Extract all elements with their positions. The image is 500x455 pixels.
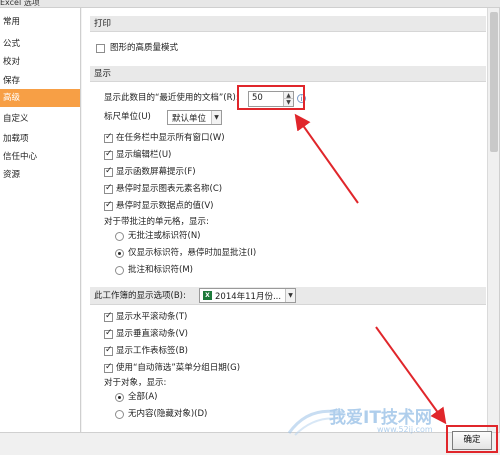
arrow-to-ok-button — [375, 326, 447, 425]
annotation-arrows — [294, 113, 447, 425]
excel-options-dialog: Excel 选项 常用 公式 校对 保存 高级 自定义 加载项 信任中心 资源 … — [0, 0, 500, 455]
arrow-to-recent-docs — [294, 113, 359, 204]
